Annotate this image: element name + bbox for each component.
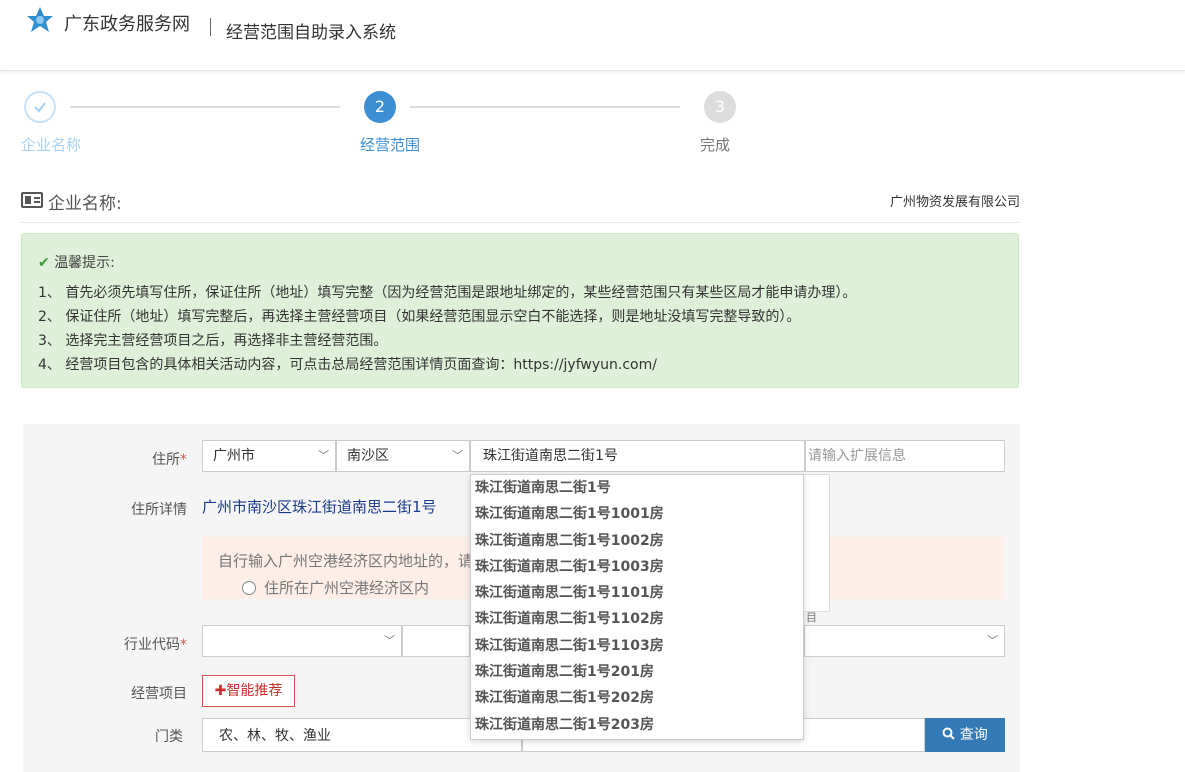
company-name-value: 广州物资发展有限公司 <box>889 195 1020 210</box>
chevron-down-icon: ﹀ <box>318 449 329 462</box>
industry-code-label: 行业代码* <box>124 637 187 653</box>
header-divider <box>210 18 211 36</box>
industry-code-select-3[interactable]: ﹀ <box>804 625 1005 657</box>
airport-zone-radio[interactable] <box>242 581 256 595</box>
list-item[interactable]: 珠江街道南思二街1号1002房 <box>471 528 803 554</box>
business-item-label: 经营项目 <box>131 686 187 702</box>
check-icon: ✔ <box>38 255 50 271</box>
city-select[interactable]: 广州市 ﹀ <box>202 440 336 472</box>
tip-item-3: 3、 选择完主营经营项目之后，再选择非主营经营范围。 <box>38 333 388 349</box>
tips-title: ✔ 温馨提示: <box>38 252 115 272</box>
city-select-value: 广州市 <box>213 448 255 464</box>
list-item[interactable]: 珠江街道南思二街1号1001房 <box>471 501 803 527</box>
id-card-icon <box>21 192 43 208</box>
dropdown-scroll-area[interactable] <box>804 474 830 612</box>
address-label: 住所* <box>152 452 187 468</box>
system-name: 经营范围自助录入系统 <box>226 23 396 43</box>
step-3-number: 3 <box>704 91 736 123</box>
step-1-done-icon <box>24 91 56 123</box>
street-suggestion-dropdown: 珠江街道南思二街1号 珠江街道南思二街1号1001房 珠江街道南思二街1号100… <box>470 474 804 740</box>
site-name[interactable]: 广东政务服务网 <box>64 10 190 36</box>
tips-box: ✔ 温馨提示: 1、 首先必须先填写住所，保证住所（地址）填写完整（因为经营范围… <box>21 233 1019 388</box>
search-icon <box>942 727 959 743</box>
list-item[interactable]: 珠江街道南思二街1号201房 <box>471 659 803 685</box>
step-line-2 <box>410 106 680 108</box>
street-input[interactable]: 珠江街道南思二街1号 <box>470 440 805 472</box>
step-3-label: 完成 <box>700 136 731 154</box>
industry-code-select-2[interactable] <box>402 625 470 657</box>
step-1-label: 企业名称 <box>21 136 82 154</box>
district-select[interactable]: 南沙区 ﹀ <box>336 440 470 472</box>
list-item[interactable]: 珠江街道南思二街1号1102房 <box>471 606 803 632</box>
step-line-1 <box>70 106 340 108</box>
search-button[interactable]: 查询 <box>925 718 1005 752</box>
extension-input[interactable]: 请输入扩展信息 <box>805 440 1005 472</box>
industry-code-select-1[interactable]: ﹀ <box>202 625 402 657</box>
step-2-number: 2 <box>364 91 396 123</box>
list-item[interactable]: 珠江街道南思二街1号1103房 <box>471 633 803 659</box>
list-item[interactable]: 珠江街道南思二街1号1101房 <box>471 580 803 606</box>
company-name-label: 企业名称: <box>48 194 122 214</box>
tip-item-1: 1、 首先必须先填写住所，保证住所（地址）填写完整（因为经营范围是跟地址绑定的，… <box>38 285 857 301</box>
list-item[interactable]: 珠江街道南思二街1号1003房 <box>471 554 803 580</box>
list-item[interactable]: 珠江街道南思二街1号203房 <box>471 712 803 738</box>
tip-item-4: 4、 经营项目包含的具体相关活动内容，可点击总局经营范围详情页面查询：https… <box>38 357 657 373</box>
airport-zone-notice-text: 自行输入广州空港经济区内地址的，请 <box>218 552 474 570</box>
page-header: 广东政务服务网 经营范围自助录入系统 <box>0 0 1185 71</box>
smart-recommend-button[interactable]: ✚智能推荐 <box>202 675 295 707</box>
search-button-label: 查询 <box>959 727 988 743</box>
address-detail-label: 住所详情 <box>131 502 187 518</box>
smart-recommend-button-label: 智能推荐 <box>226 683 283 699</box>
chevron-down-icon: ﹀ <box>384 634 395 647</box>
chevron-down-icon: ﹀ <box>452 449 463 462</box>
district-select-value: 南沙区 <box>347 448 389 464</box>
list-item[interactable]: 珠江街道南思二街1号 <box>471 475 803 501</box>
company-name-row: 企业名称: 广州物资发展有限公司 <box>20 188 1020 223</box>
plus-icon: ✚ <box>214 683 227 699</box>
airport-zone-radio-label[interactable]: 住所在广州空港经济区内 <box>264 577 429 598</box>
chevron-down-icon: ﹀ <box>987 634 998 647</box>
tips-title-text: 温馨提示: <box>54 255 115 271</box>
step-2-label: 经营范围 <box>360 136 421 154</box>
tip-item-2: 2、 保证住所（地址）填写完整后，再选择主营经营项目（如果经营范围显示空白不能选… <box>38 309 801 325</box>
list-item[interactable]: 珠江街道南思二街1号202房 <box>471 685 803 711</box>
address-detail-value: 广州市南沙区珠江街道南思二街1号 <box>202 498 437 516</box>
category-label: 门类 <box>155 729 183 745</box>
gd-logo-icon <box>27 7 53 32</box>
